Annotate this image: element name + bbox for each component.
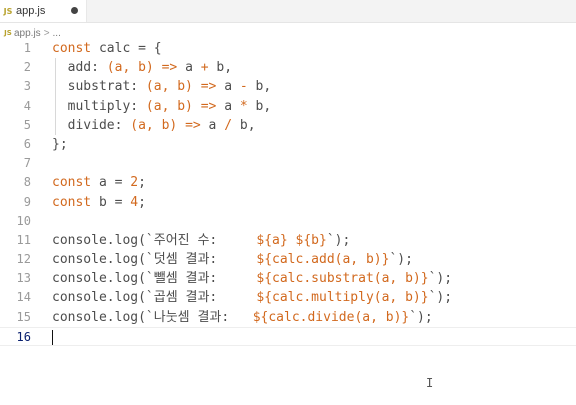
text-cursor-icon: I	[426, 376, 434, 390]
line-number: 3	[23, 79, 31, 94]
code-line[interactable]: 10	[0, 212, 576, 231]
code-text: };	[52, 136, 68, 152]
line-number: 4	[23, 98, 31, 113]
code-text: console.log(`곱셈 결과: ${calc.multiply(a, b…	[52, 290, 453, 306]
code-text: multiply: (a, b) => a * b,	[52, 98, 272, 114]
line-number: 5	[23, 117, 31, 132]
code-editor[interactable]: 1 const calc = { 2 add: (a, b) => a + b, 3 …	[0, 39, 576, 346]
code-line[interactable]: 3 substrat: (a, b) => a - b,	[0, 77, 576, 97]
code-line[interactable]: 1 const calc = {	[0, 39, 576, 58]
code-text: substrat: (a, b) => a - b,	[52, 79, 272, 95]
code-line[interactable]: 5 divide: (a, b) => a / b,	[0, 115, 576, 135]
javascript-file-icon: JS	[3, 6, 13, 16]
code-text: const b = 4;	[52, 194, 146, 210]
line-number: 12	[16, 252, 31, 267]
line-number: 1	[23, 41, 31, 55]
line-number: 9	[23, 194, 31, 209]
code-line[interactable]: 8 const a = 2;	[0, 173, 576, 192]
code-line[interactable]: 14 console.log(`곱셈 결과: ${calc.multiply(a,…	[0, 288, 576, 307]
line-number: 14	[16, 290, 31, 305]
code-text: const a = 2;	[52, 175, 146, 191]
line-number: 2	[23, 60, 31, 75]
breadcrumb-file[interactable]: app.js	[14, 28, 41, 39]
line-number: 16	[16, 329, 31, 344]
code-line[interactable]: 4 multiply: (a, b) => a * b,	[0, 96, 576, 116]
code-line[interactable]: 11 console.log(`주어진 수: ${a} ${b}`);	[0, 231, 576, 250]
tab-app-js[interactable]: JS app.js	[0, 0, 87, 22]
code-line[interactable]: 13 console.log(`뺄셈 결과: ${calc.substrat(a,…	[0, 269, 576, 288]
code-line[interactable]: 15 console.log(`나눗셈 결과: ${calc.divide(a, …	[0, 308, 576, 327]
code-text: add: (a, b) => a + b,	[52, 60, 233, 76]
line-number: 11	[16, 232, 31, 247]
code-text: console.log(`덧셈 결과: ${calc.add(a, b)}`);	[52, 252, 413, 268]
line-number: 6	[23, 136, 31, 151]
unsaved-dot-icon[interactable]	[71, 7, 78, 14]
code-line[interactable]: 16	[0, 326, 576, 346]
code-line[interactable]: 7	[0, 154, 576, 173]
code-line[interactable]: 6};	[0, 135, 576, 154]
line-number: 15	[16, 309, 31, 324]
code-line[interactable]: 12 console.log(`덧셈 결과: ${calc.add(a, b)}`…	[0, 250, 576, 269]
line-number: 7	[23, 156, 31, 171]
line-number: 13	[16, 271, 31, 286]
code-line[interactable]: 9 const b = 4;	[0, 193, 576, 212]
code-text: console.log(`주어진 수: ${a} ${b}`);	[52, 232, 351, 248]
line-number: 8	[23, 175, 31, 190]
line-number: 10	[16, 213, 31, 228]
javascript-file-icon: JS	[4, 29, 12, 37]
code-text: console.log(`나눗셈 결과: ${calc.divide(a, b)…	[52, 309, 433, 325]
text-caret	[52, 329, 53, 345]
chevron-right-icon: >	[43, 27, 50, 39]
breadcrumb-symbols[interactable]: ...	[53, 28, 61, 39]
code-text: divide: (a, b) => a / b,	[52, 117, 256, 133]
tab-label: app.js	[16, 5, 46, 17]
code-line[interactable]: 2 add: (a, b) => a + b,	[0, 58, 576, 78]
code-text: console.log(`뺄셈 결과: ${calc.substrat(a, b…	[52, 271, 453, 287]
code-text: const calc = {	[52, 41, 162, 56]
tab-bar: JS app.js	[0, 0, 576, 23]
